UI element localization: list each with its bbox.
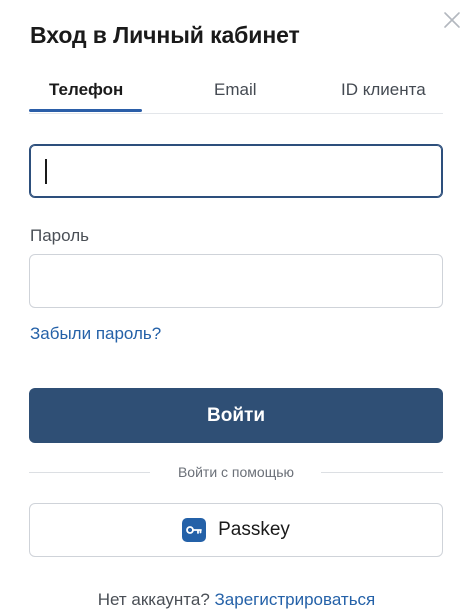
phone-input[interactable] (29, 144, 443, 198)
login-button[interactable]: Войти (29, 388, 443, 443)
passkey-label: Passkey (218, 519, 290, 540)
text-caret (45, 159, 47, 184)
no-account-text: Нет аккаунта? (97, 590, 210, 609)
key-icon (182, 518, 207, 542)
tab-phone[interactable]: Телефон (49, 80, 123, 100)
page-title: Вход в Личный кабинет (30, 22, 300, 48)
close-icon[interactable] (440, 8, 464, 32)
tab-client-id[interactable]: ID клиента (341, 80, 426, 100)
passkey-button[interactable]: Passkey (29, 503, 443, 557)
active-tab-indicator (29, 109, 142, 112)
tab-email[interactable]: Email (214, 80, 257, 100)
alt-login-divider: Войти с помощью (29, 462, 443, 482)
password-label: Пароль (30, 226, 89, 245)
password-input[interactable] (29, 254, 443, 308)
login-method-tabs: Телефон Email ID клиента (29, 74, 443, 114)
register-prompt: Нет аккаунта? Зарегистрироваться (0, 590, 473, 610)
register-link[interactable]: Зарегистрироваться (215, 590, 376, 609)
divider-line-right (321, 472, 443, 473)
forgot-password-link[interactable]: Забыли пароль? (30, 324, 161, 344)
